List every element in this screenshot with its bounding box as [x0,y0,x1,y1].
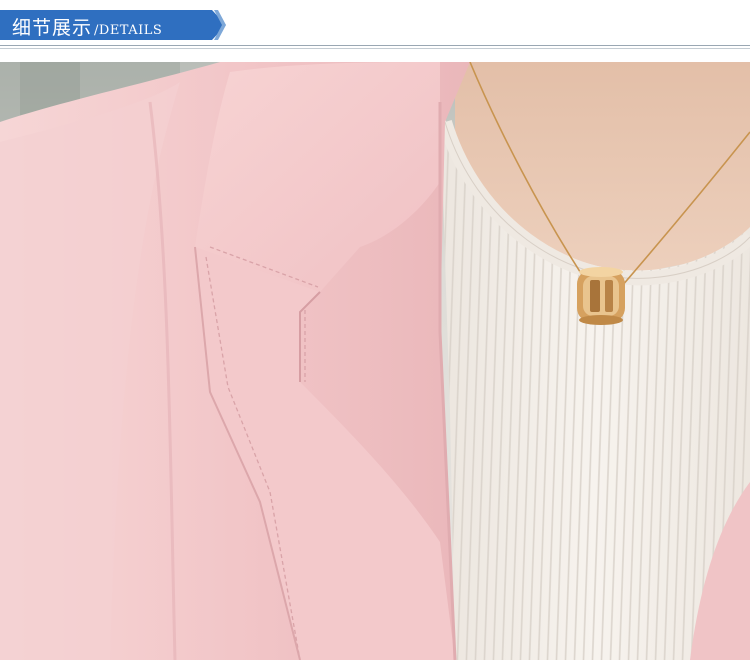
section-title-chinese: 细节展示 [12,17,93,39]
detail-photo [0,62,750,660]
blazer-necklace-photo [0,62,750,660]
section-title: 细节展示 /DETAILS [12,13,162,39]
section-header: 细节展示 /DETAILS [0,0,750,58]
header-divider-line-secondary [0,48,750,49]
header-divider-line [0,45,750,46]
section-title-english: /DETAILS [94,23,163,38]
ring-pendant [577,267,625,325]
